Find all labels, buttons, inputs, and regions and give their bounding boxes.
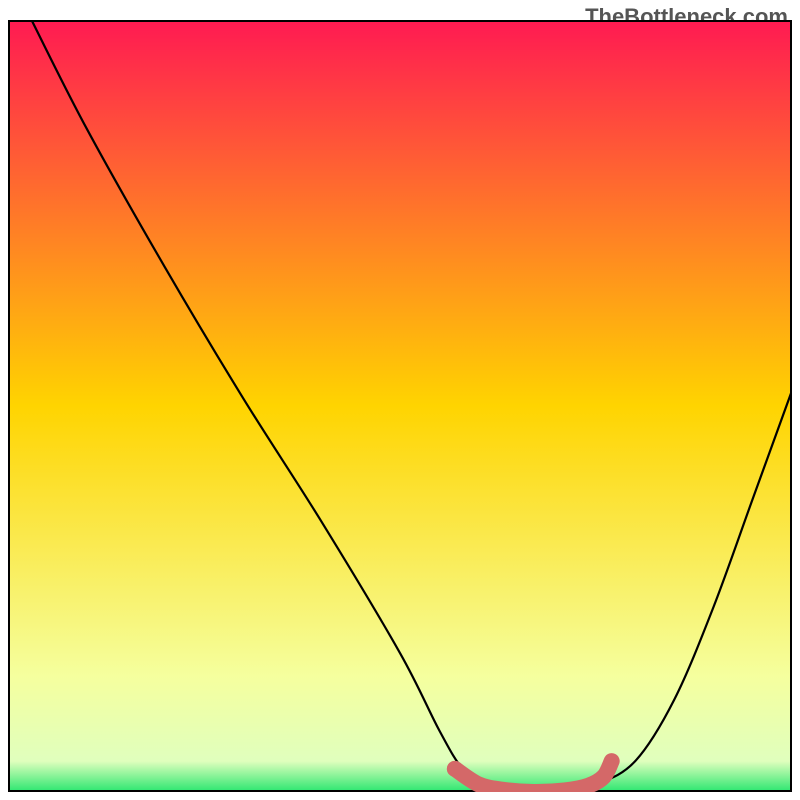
bottleneck-chart <box>8 20 792 792</box>
chart-background <box>8 20 792 792</box>
highlight-start-dot <box>447 761 463 777</box>
